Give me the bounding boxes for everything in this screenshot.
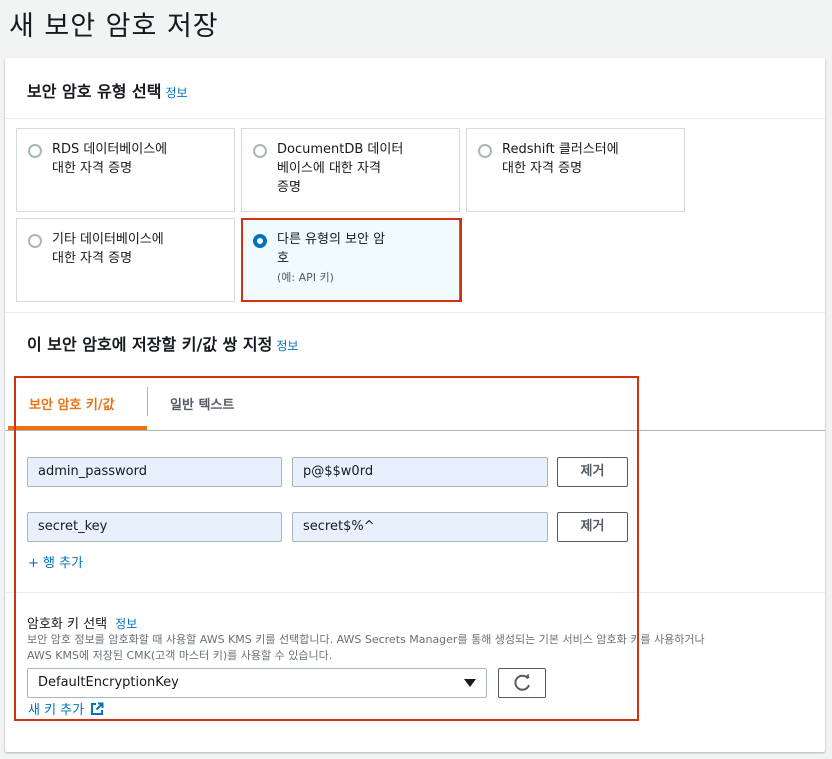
option-redshift[interactable]: Redshift 클러스터에 대한 자격 증명 xyxy=(466,128,685,212)
encryption-description-line: 보안 암호 정보를 암호화할 때 사용할 AWS KMS 키를 선택합니다. A… xyxy=(27,633,705,646)
type-info-link[interactable]: 정보 xyxy=(165,86,187,100)
active-tab-indicator xyxy=(8,426,147,430)
option-label-line: 대한 자격 증명 xyxy=(52,251,133,266)
encryption-info-link[interactable]: 정보 xyxy=(115,617,137,631)
kv-section-heading: 이 보안 암호에 저장할 키/값 쌍 지정 xyxy=(27,335,273,354)
encryption-label: 암호화 키 선택 정보 xyxy=(27,613,137,632)
divider xyxy=(5,592,825,593)
option-label-line: 대한 자격 증명 xyxy=(502,161,583,176)
external-link-icon xyxy=(91,702,104,715)
option-label-line: 다른 유형의 보안 암 xyxy=(277,232,386,247)
option-label-line: 호 xyxy=(277,251,289,266)
encryption-label-text: 암호화 키 선택 xyxy=(27,617,108,632)
encryption-key-selected: DefaultEncryptionKey xyxy=(38,675,179,690)
value-input-2[interactable]: secret$%^ xyxy=(292,512,548,542)
radio-redshift[interactable] xyxy=(478,144,492,158)
tab-separator xyxy=(147,387,148,416)
page-title: 새 보안 암호 저장 xyxy=(9,11,219,42)
add-key-link[interactable]: 새 키 추가 xyxy=(28,699,104,718)
option-description: (예: API 키) xyxy=(277,271,334,284)
divider xyxy=(5,118,825,119)
encryption-key-select[interactable]: DefaultEncryptionKey xyxy=(27,668,487,698)
radio-other-secret[interactable] xyxy=(253,234,267,248)
kv-section-title: 이 보안 암호에 저장할 키/값 쌍 지정 정보 xyxy=(27,331,298,355)
option-label-line: Redshift 클러스터에 xyxy=(502,142,619,157)
type-section-title: 보안 암호 유형 선택 정보 xyxy=(27,78,188,102)
option-label-line: 증명 xyxy=(277,180,301,195)
key-input-1[interactable]: admin_password xyxy=(27,457,282,487)
option-label-line: 기타 데이터베이스에 xyxy=(52,232,164,247)
option-label-line: DocumentDB 데이터 xyxy=(277,142,404,157)
option-label-line: 대한 자격 증명 xyxy=(52,161,133,176)
key-input-2[interactable]: secret_key xyxy=(27,512,282,542)
caret-down-icon xyxy=(464,679,476,687)
option-documentdb[interactable]: DocumentDB 데이터 베이스에 대한 자격 증명 xyxy=(241,128,460,212)
tab-plaintext[interactable]: 일반 텍스트 xyxy=(170,394,234,413)
refresh-icon xyxy=(514,673,530,691)
kv-info-link[interactable]: 정보 xyxy=(276,339,298,353)
tabs-baseline xyxy=(5,430,825,431)
remove-row-button-2[interactable]: 제거 xyxy=(557,512,628,542)
option-rds[interactable]: RDS 데이터베이스에 대한 자격 증명 xyxy=(16,128,235,212)
radio-documentdb[interactable] xyxy=(253,144,267,158)
encryption-description-line: AWS KMS에 저장된 CMK(고객 마스터 키)를 사용할 수 있습니다. xyxy=(27,649,333,662)
encryption-description: 보안 암호 정보를 암호화할 때 사용할 AWS KMS 키를 선택합니다. A… xyxy=(27,632,787,664)
add-row-link[interactable]: + 행 추가 xyxy=(28,552,83,571)
tab-key-value[interactable]: 보안 암호 키/값 xyxy=(29,394,115,413)
radio-other-database[interactable] xyxy=(28,234,42,248)
refresh-button[interactable] xyxy=(498,668,546,698)
option-label-line: 베이스에 대한 자격 xyxy=(277,161,381,176)
value-input-1[interactable]: p@$$w0rd xyxy=(292,457,548,487)
add-key-link-text: 새 키 추가 xyxy=(28,703,85,718)
divider xyxy=(5,312,825,313)
option-other-database[interactable]: 기타 데이터베이스에 대한 자격 증명 xyxy=(16,218,235,302)
remove-row-button-1[interactable]: 제거 xyxy=(557,457,628,487)
type-section-heading: 보안 암호 유형 선택 xyxy=(27,82,162,101)
option-label-line: RDS 데이터베이스에 xyxy=(52,142,168,157)
radio-rds[interactable] xyxy=(28,144,42,158)
option-other-secret[interactable]: 다른 유형의 보안 암 호 (예: API 키) xyxy=(241,218,460,302)
